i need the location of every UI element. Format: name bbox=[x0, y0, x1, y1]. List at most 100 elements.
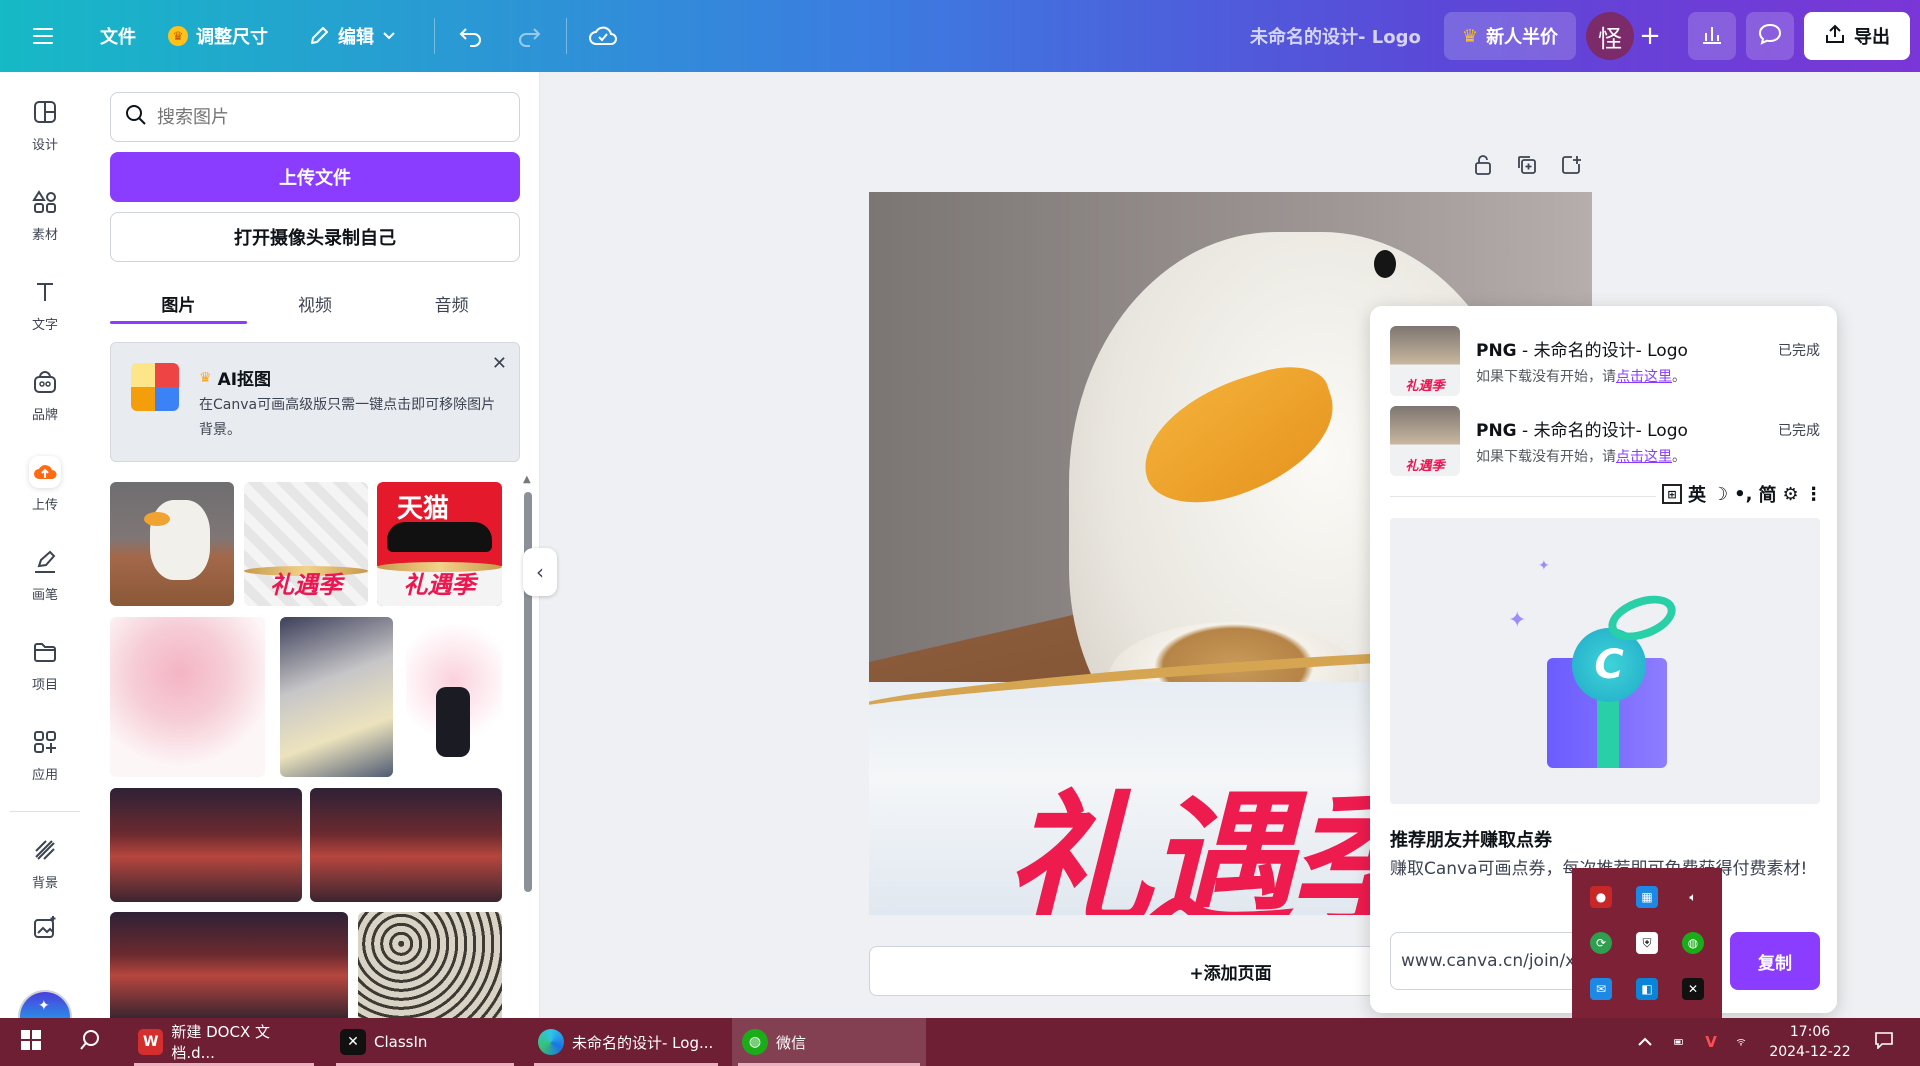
design-title[interactable]: 未命名的设计- Logo bbox=[1250, 0, 1421, 72]
record-yourself-button[interactable]: 打开摄像头录制自己 bbox=[110, 212, 520, 262]
upload-thumbnail-lijiji[interactable]: 礼遇季 bbox=[244, 482, 368, 606]
tab-videos[interactable]: 视频 bbox=[247, 282, 384, 324]
redo-button[interactable] bbox=[516, 0, 542, 72]
file-menu[interactable]: 文件 bbox=[100, 0, 136, 72]
windows-icon bbox=[21, 1030, 41, 1054]
cloud-save-button[interactable] bbox=[588, 0, 618, 72]
comment-button[interactable] bbox=[1746, 12, 1794, 60]
ai-cutout-thumbnail bbox=[131, 363, 179, 411]
sync-tray-icon[interactable]: ⟳ bbox=[1590, 932, 1612, 954]
promo-label: 新人半价 bbox=[1486, 27, 1559, 48]
resize-button[interactable]: ♛ 调整尺寸 bbox=[168, 0, 268, 72]
layout-icon bbox=[29, 96, 61, 128]
upload-thumbnail-goose[interactable] bbox=[110, 482, 234, 606]
ime-toolbar[interactable]: ⊞ 英 ☽ •, 简 ⚙ ⋮ bbox=[1656, 478, 1836, 510]
search-box[interactable] bbox=[110, 92, 520, 142]
insights-button[interactable] bbox=[1688, 12, 1736, 60]
avatar[interactable]: 怪 bbox=[1586, 12, 1634, 60]
add-collaborator-button[interactable]: + bbox=[1630, 12, 1670, 60]
upload-thumbnail-anime-girl[interactable] bbox=[280, 617, 393, 777]
nav-item-text[interactable]: 文字 bbox=[0, 264, 90, 344]
menu-button[interactable] bbox=[32, 0, 54, 72]
nav-item-background[interactable]: 背景 bbox=[0, 822, 90, 902]
nav-item-ai-image[interactable] bbox=[0, 902, 90, 952]
upload-thumbnail-tmall[interactable]: 天猫 礼遇季 bbox=[377, 482, 502, 606]
nav-item-design[interactable]: 设计 bbox=[0, 84, 90, 164]
nav-item-projects[interactable]: 项目 bbox=[0, 624, 90, 704]
retry-download-link[interactable]: 点击这里 bbox=[1616, 449, 1672, 465]
upload-thumbnail-pattern[interactable] bbox=[358, 912, 502, 1018]
taskbar-item-label: 新建 DOCX 文档.d... bbox=[171, 1023, 270, 1062]
toolbar-divider bbox=[566, 18, 567, 54]
display-tray-icon[interactable]: ▦ bbox=[1636, 886, 1658, 908]
ime-grid-icon[interactable]: ⊞ bbox=[1662, 484, 1682, 504]
search-taskbar-button[interactable] bbox=[66, 1018, 114, 1066]
ime-settings-icon[interactable]: ⚙ bbox=[1782, 484, 1798, 505]
taskbar-item-classin[interactable]: ✕ ClassIn bbox=[330, 1018, 520, 1066]
nav-item-brand[interactable]: 品牌 bbox=[0, 354, 90, 434]
upload-file-button[interactable]: 上传文件 bbox=[110, 152, 520, 202]
screen-record-tray-icon[interactable]: ● bbox=[1590, 886, 1612, 908]
taskbar-item-wechat[interactable]: ◍ 微信 bbox=[732, 1018, 926, 1066]
clock-date: 2024-12-22 bbox=[1769, 1044, 1851, 1060]
show-hidden-icons-button[interactable] bbox=[1630, 1018, 1660, 1066]
download-thumbnail: 礼遇季 bbox=[1390, 406, 1460, 476]
chevron-up-icon bbox=[1637, 1033, 1653, 1051]
upload-thumbnail-anime-bunny[interactable] bbox=[406, 617, 502, 777]
start-button[interactable] bbox=[10, 1018, 52, 1066]
copy-link-button[interactable]: 复制 bbox=[1730, 932, 1820, 990]
ai-cutout-promo[interactable]: ♛ AI抠图 在Canva可画高级版只需一键点击即可移除图片背景。 ✕ bbox=[110, 342, 520, 462]
wifi-icon[interactable] bbox=[1726, 1018, 1756, 1066]
tab-images[interactable]: 图片 bbox=[110, 282, 247, 324]
taskbar-item-label: ClassIn bbox=[374, 1033, 428, 1051]
mail-tray-icon[interactable]: ✉ bbox=[1590, 978, 1612, 1000]
collapse-panel-button[interactable]: ‹ bbox=[523, 548, 557, 596]
taskbar-item-edge[interactable]: 未命名的设计- Log... bbox=[528, 1018, 724, 1066]
magic-assistant-button[interactable]: ✦ bbox=[18, 990, 72, 1020]
battery-icon[interactable] bbox=[1664, 1018, 1694, 1066]
nav-label: 项目 bbox=[31, 677, 58, 693]
volume-icon[interactable]: 🔈︎ bbox=[1682, 886, 1704, 908]
crown-icon: ♛ bbox=[1461, 25, 1479, 47]
chevron-down-icon bbox=[382, 31, 396, 41]
download-hint: 如果下载没有开始，请点击这里。 bbox=[1476, 446, 1686, 466]
upload-thumbnail-anime-red-1[interactable] bbox=[110, 788, 302, 902]
nav-item-uploads[interactable]: 上传 bbox=[0, 444, 90, 524]
taskbar-item-wps[interactable]: W 新建 DOCX 文档.d... bbox=[128, 1018, 320, 1066]
add-page-icon[interactable] bbox=[1560, 154, 1582, 176]
ime-mode-toggle[interactable]: 英 bbox=[1688, 481, 1706, 507]
promo-button[interactable]: ♛ 新人半价 bbox=[1444, 12, 1576, 60]
upload-cloud-icon bbox=[29, 455, 61, 488]
antivirus-tray-icon[interactable]: V bbox=[1696, 1018, 1726, 1066]
close-icon[interactable]: ✕ bbox=[492, 353, 507, 374]
wechat-tray-icon[interactable]: ◍ bbox=[1682, 932, 1704, 954]
lock-icon[interactable] bbox=[1472, 154, 1494, 176]
search-input[interactable] bbox=[157, 106, 497, 128]
ime-more-icon[interactable]: ⋮ bbox=[1805, 484, 1823, 505]
redo-icon bbox=[516, 25, 542, 47]
security-shield-icon[interactable]: ⛨ bbox=[1636, 932, 1658, 954]
taskbar-item-label: 未命名的设计- Log... bbox=[572, 1033, 714, 1052]
upload-thumbnail-anime-red-3[interactable] bbox=[110, 912, 348, 1018]
system-clock[interactable]: 17:06 2024-12-22 bbox=[1760, 1022, 1860, 1062]
nav-item-draw[interactable]: 画笔 bbox=[0, 534, 90, 614]
app-tray-icon[interactable]: ◧ bbox=[1636, 978, 1658, 1000]
ime-script-toggle[interactable]: 简 bbox=[1758, 481, 1776, 507]
export-button[interactable]: 导出 bbox=[1804, 12, 1910, 60]
nav-item-apps[interactable]: 应用 bbox=[0, 714, 90, 794]
ai-cutout-description: 在Canva可画高级版只需一键点击即可移除图片背景。 bbox=[199, 397, 496, 438]
text-icon bbox=[29, 276, 61, 308]
classin-tray-icon[interactable]: ✕ bbox=[1682, 978, 1704, 1000]
notification-button[interactable] bbox=[1864, 1018, 1904, 1066]
undo-button[interactable] bbox=[458, 0, 484, 72]
upload-thumbnail-anime-pink[interactable] bbox=[110, 617, 265, 777]
ime-moon-icon[interactable]: ☽ bbox=[1712, 484, 1728, 505]
ime-punctuation-icon[interactable]: •, bbox=[1734, 484, 1752, 505]
retry-download-link[interactable]: 点击这里 bbox=[1616, 369, 1672, 385]
scroll-up-icon[interactable]: ▲ bbox=[523, 474, 531, 485]
nav-item-elements[interactable]: 素材 bbox=[0, 174, 90, 254]
duplicate-icon[interactable] bbox=[1516, 154, 1538, 176]
edit-menu[interactable]: 编辑 bbox=[308, 0, 396, 72]
upload-thumbnail-anime-red-2[interactable] bbox=[310, 788, 502, 902]
tab-audio[interactable]: 音频 bbox=[383, 282, 520, 324]
